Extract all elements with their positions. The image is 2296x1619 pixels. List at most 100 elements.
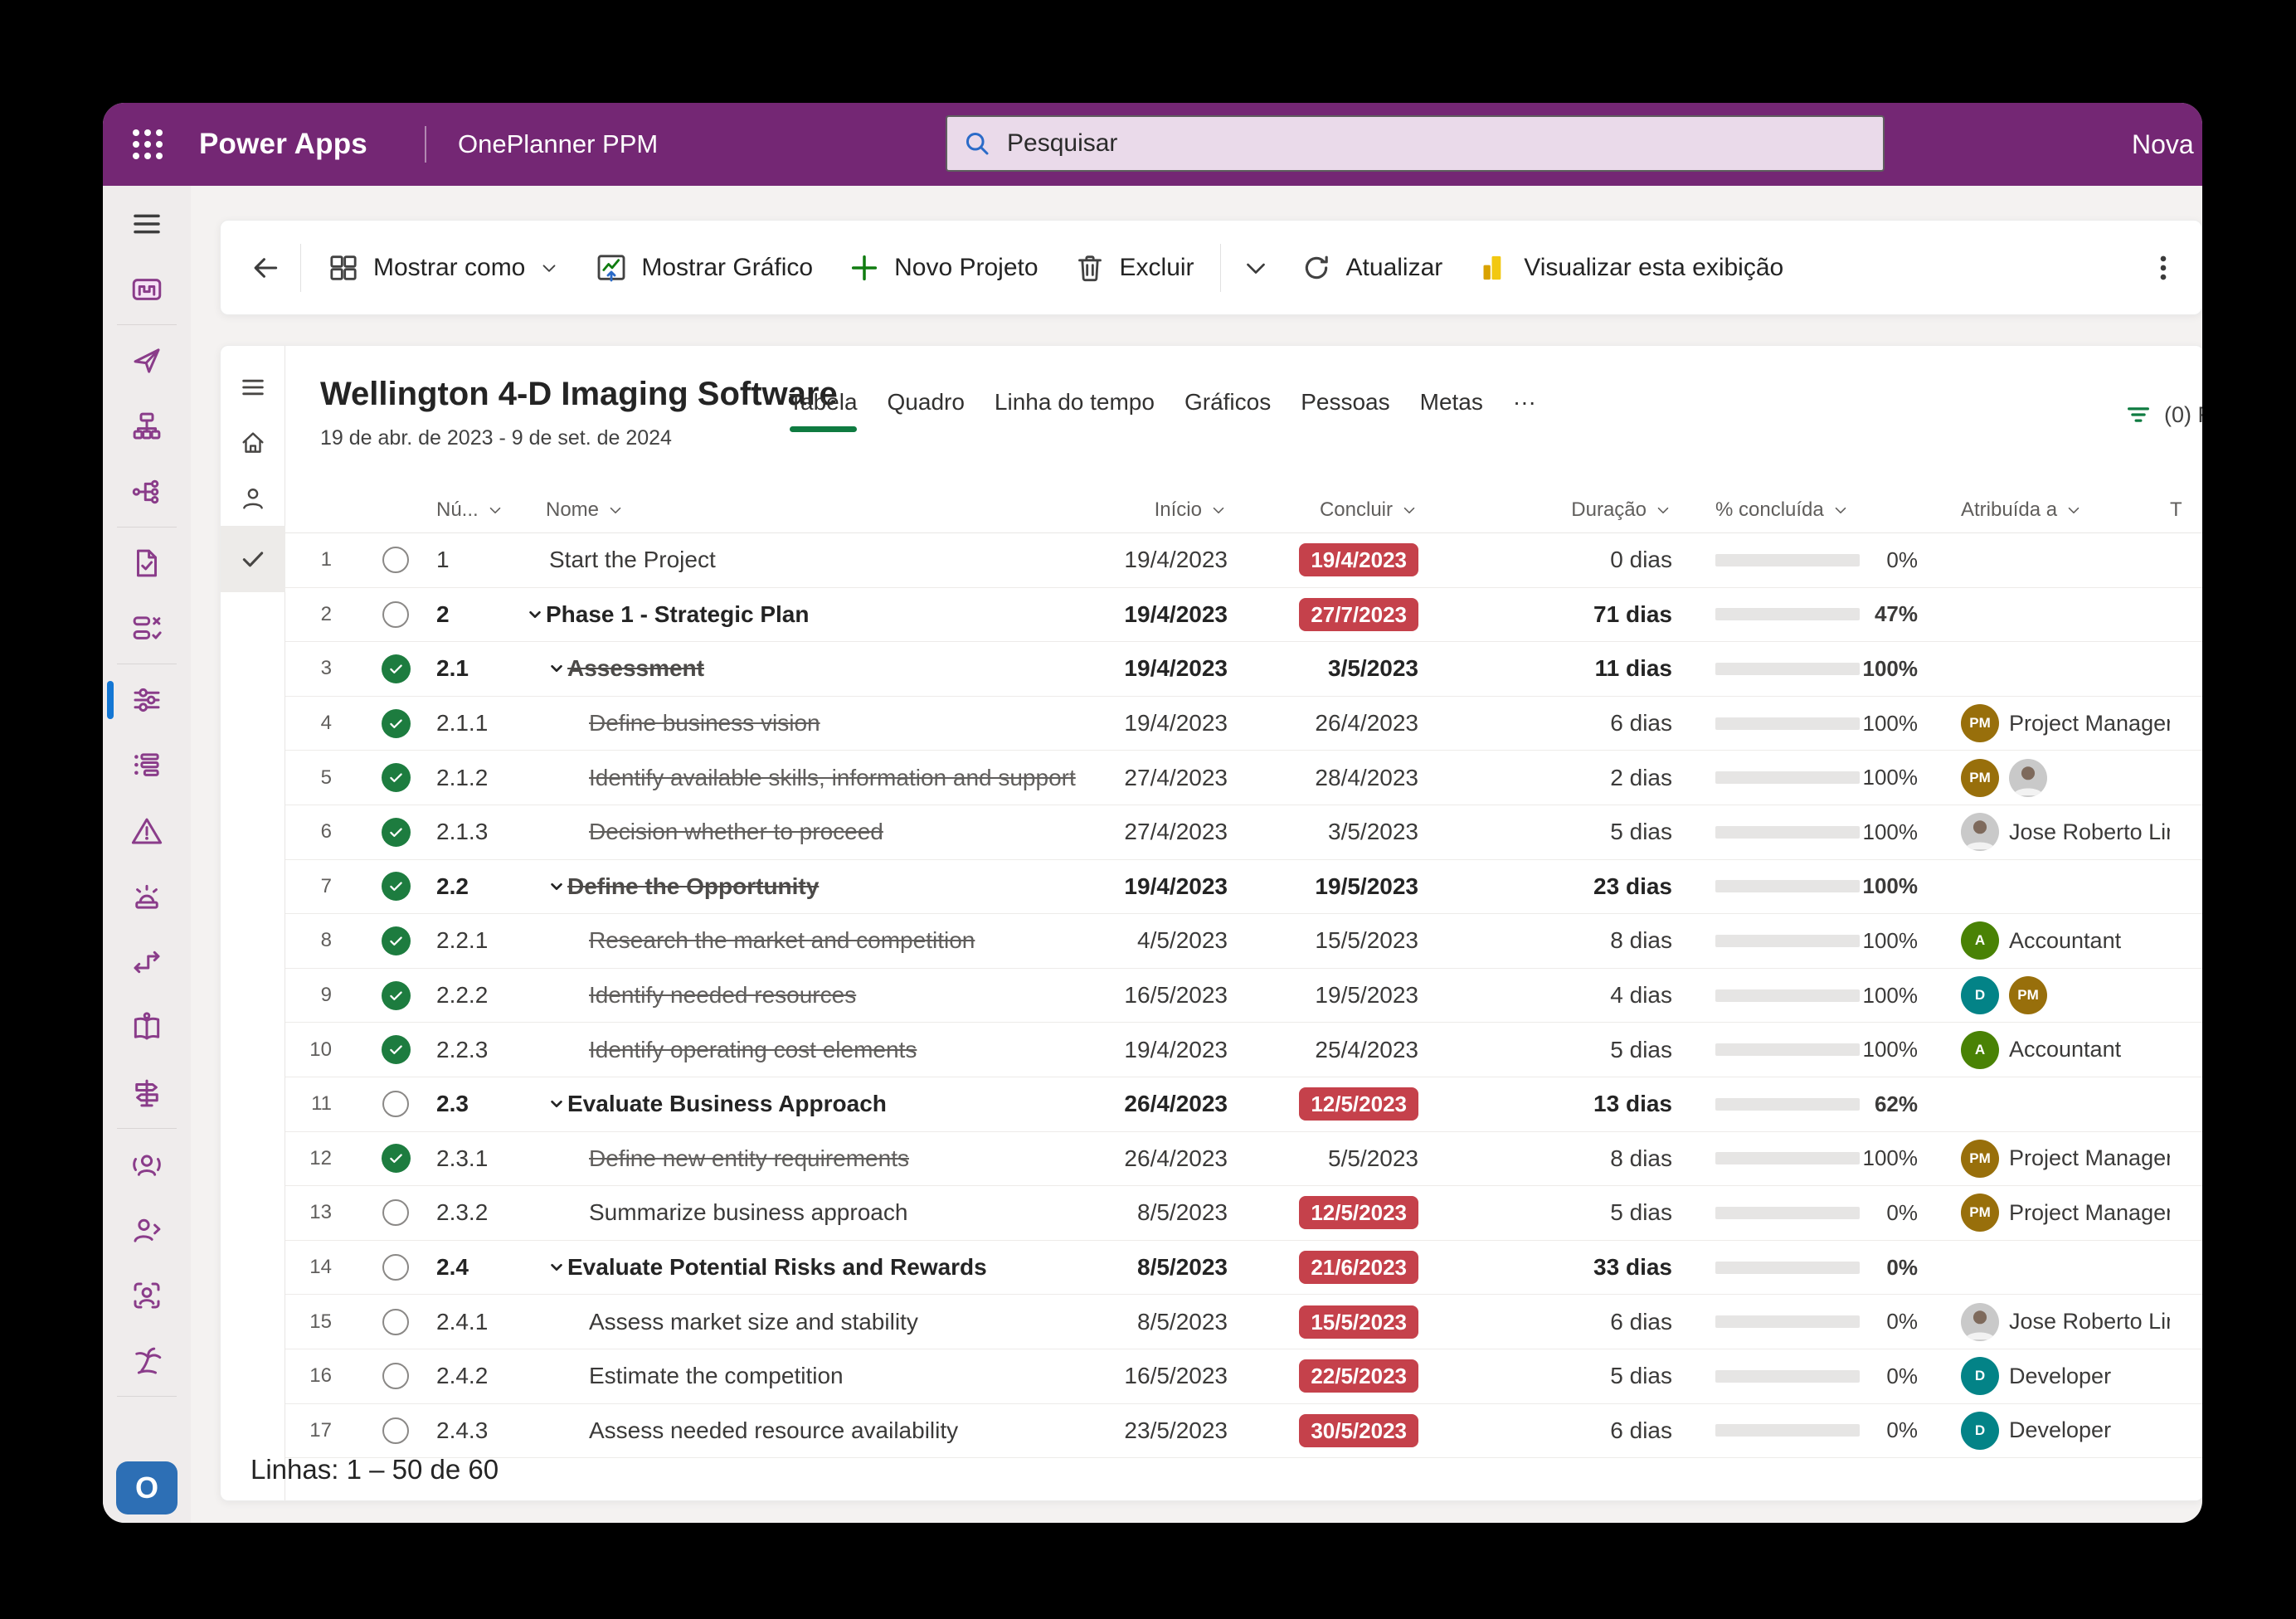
completed-check-icon[interactable]: [382, 818, 411, 847]
completed-check-icon[interactable]: [382, 1035, 411, 1064]
sidebar-item-siren[interactable]: [103, 863, 191, 929]
avatar-d[interactable]: D: [1961, 1357, 1999, 1395]
column-header-nu[interactable]: Nú...: [436, 498, 523, 522]
completed-check-icon[interactable]: [382, 872, 411, 901]
avatar-pm[interactable]: PM: [1961, 759, 1999, 797]
completed-check-icon[interactable]: [382, 654, 411, 683]
incomplete-circle-icon[interactable]: [382, 1199, 409, 1226]
incomplete-circle-icon[interactable]: [382, 1254, 409, 1281]
table-row[interactable]: 102.2.3Identify operating cost elements1…: [285, 1023, 2202, 1077]
incomplete-circle-icon[interactable]: [382, 1417, 409, 1444]
toolbar-button-back[interactable]: [239, 237, 292, 299]
tab-quadro[interactable]: Quadro: [888, 389, 965, 435]
mini-sidebar-item-person[interactable]: [221, 470, 285, 526]
avatar-pm[interactable]: PM: [2009, 976, 2047, 1014]
tab-tabela[interactable]: Tabela: [789, 389, 858, 435]
sidebar-item-swap-arrows[interactable]: [103, 929, 191, 994]
table-row[interactable]: 11Start the Project19/4/202319/4/20230 d…: [285, 533, 2202, 588]
sidebar-item-send[interactable]: [103, 328, 191, 393]
mini-sidebar-item-checkmark[interactable]: [221, 526, 285, 592]
incomplete-circle-icon[interactable]: [382, 1091, 409, 1117]
completed-check-icon[interactable]: [382, 981, 411, 1010]
expand-chevron-icon[interactable]: [546, 876, 567, 897]
table-row[interactable]: 132.3.2Summarize business approach8/5/20…: [285, 1186, 2202, 1241]
mini-sidebar-item-home[interactable]: [221, 415, 285, 470]
completed-check-icon[interactable]: [382, 763, 411, 792]
avatar-photo[interactable]: [1961, 1303, 1999, 1341]
sidebar-item-app-logo[interactable]: [103, 256, 191, 322]
incomplete-circle-icon[interactable]: [382, 1309, 409, 1335]
expand-chevron-icon[interactable]: [546, 658, 567, 679]
table-row[interactable]: 112.3Evaluate Business Approach26/4/2023…: [285, 1077, 2202, 1132]
toolbar-button-mostrar-grafico[interactable]: Mostrar Gráfico: [577, 237, 830, 299]
toolbar-button-chevron-down[interactable]: [1229, 237, 1282, 299]
avatar-pm[interactable]: PM: [1961, 704, 1999, 742]
avatar-a[interactable]: A: [1961, 921, 1999, 960]
avatar-d[interactable]: D: [1961, 976, 1999, 1014]
sidebar-item-bullet-list[interactable]: [103, 732, 191, 798]
table-row[interactable]: 22Phase 1 - Strategic Plan19/4/202327/7/…: [285, 588, 2202, 643]
completed-check-icon[interactable]: [382, 1144, 411, 1173]
column-header-duracao[interactable]: Duração: [1418, 498, 1672, 522]
column-header-inicio[interactable]: Início: [1083, 498, 1228, 522]
toolbar-button-visualizar-esta-exibicao[interactable]: Visualizar esta exibição: [1460, 237, 1801, 299]
table-row[interactable]: 52.1.2Identify available skills, informa…: [285, 751, 2202, 805]
sidebar-item-sliders[interactable]: [103, 667, 191, 732]
completed-check-icon[interactable]: [382, 709, 411, 738]
table-row[interactable]: 122.3.1Define new entity requirements26/…: [285, 1132, 2202, 1187]
sidebar-item-people[interactable]: [103, 1131, 191, 1197]
sidebar-item-task-list[interactable]: [103, 596, 191, 661]
search-box[interactable]: [946, 115, 1885, 172]
sidebar-item-book-person[interactable]: [103, 994, 191, 1060]
table-row[interactable]: 142.4Evaluate Potential Risks and Reward…: [285, 1241, 2202, 1296]
completed-check-icon[interactable]: [382, 926, 411, 955]
search-input[interactable]: [1005, 129, 1868, 158]
new-button[interactable]: Nova: [2132, 103, 2194, 186]
avatar-a[interactable]: A: [1961, 1031, 1999, 1069]
avatar-d[interactable]: D: [1961, 1412, 1999, 1450]
tab-linha-do-tempo[interactable]: Linha do tempo: [995, 389, 1155, 435]
tab-item[interactable]: ···: [1513, 389, 1536, 435]
filter-button[interactable]: (0) Fi: [2124, 401, 2202, 429]
expand-chevron-icon[interactable]: [524, 604, 546, 625]
sidebar-item-person-arrow[interactable]: [103, 1197, 191, 1262]
expand-chevron-icon[interactable]: [546, 1093, 567, 1115]
table-row[interactable]: 172.4.3Assess needed resource availabili…: [285, 1404, 2202, 1459]
sidebar-item-palm-tree[interactable]: [103, 1328, 191, 1393]
column-header-concluida[interactable]: % concluída: [1672, 498, 1918, 522]
waffle-icon[interactable]: [128, 124, 168, 164]
table-row[interactable]: 42.1.1Define business vision19/4/202326/…: [285, 697, 2202, 751]
table-row[interactable]: 32.1Assessment19/4/20233/5/202311 dias10…: [285, 642, 2202, 697]
tab-metas[interactable]: Metas: [1420, 389, 1483, 435]
table-row[interactable]: 92.2.2Identify needed resources16/5/2023…: [285, 969, 2202, 1023]
column-header-t[interactable]: T: [2170, 498, 2202, 522]
tab-pessoas[interactable]: Pessoas: [1301, 389, 1389, 435]
sidebar-item-person-focus[interactable]: [103, 1262, 191, 1328]
toolbar-button-mostrar-como[interactable]: Mostrar como: [309, 237, 577, 299]
toolbar-button-kebab[interactable]: [2137, 237, 2190, 299]
avatar-photo[interactable]: [1961, 813, 1999, 851]
sidebar-item-flow-tree[interactable]: [103, 459, 191, 524]
sidebar-item-warning[interactable]: [103, 798, 191, 863]
column-header-concluir[interactable]: Concluir: [1228, 498, 1418, 522]
column-header-atribuida-a[interactable]: Atribuída a: [1918, 498, 2170, 522]
table-row[interactable]: 162.4.2Estimate the competition16/5/2023…: [285, 1349, 2202, 1404]
sidebar-item-doc-check[interactable]: [103, 530, 191, 596]
sidebar-item-hamburger[interactable]: [103, 191, 191, 256]
incomplete-circle-icon[interactable]: [382, 547, 409, 573]
toolbar-button-excluir[interactable]: Excluir: [1056, 237, 1212, 299]
mini-sidebar-item-hamburger[interactable]: [221, 359, 285, 415]
incomplete-circle-icon[interactable]: [382, 601, 409, 628]
table-row[interactable]: 62.1.3Decision whether to proceed27/4/20…: [285, 805, 2202, 860]
sidebar-item-signpost[interactable]: [103, 1060, 191, 1126]
expand-chevron-icon[interactable]: [546, 1257, 567, 1278]
avatar-photo[interactable]: [2009, 759, 2047, 797]
toolbar-button-atualizar[interactable]: Atualizar: [1282, 237, 1461, 299]
column-header-nome[interactable]: Nome: [523, 498, 1083, 522]
table-row[interactable]: 82.2.1Research the market and competitio…: [285, 914, 2202, 969]
toolbar-button-novo-projeto[interactable]: Novo Projeto: [830, 237, 1055, 299]
avatar-pm[interactable]: PM: [1961, 1140, 1999, 1178]
tab-graficos[interactable]: Gráficos: [1184, 389, 1271, 435]
avatar-pm[interactable]: PM: [1961, 1194, 1999, 1232]
table-row[interactable]: 72.2Define the Opportunity19/4/202319/5/…: [285, 860, 2202, 915]
